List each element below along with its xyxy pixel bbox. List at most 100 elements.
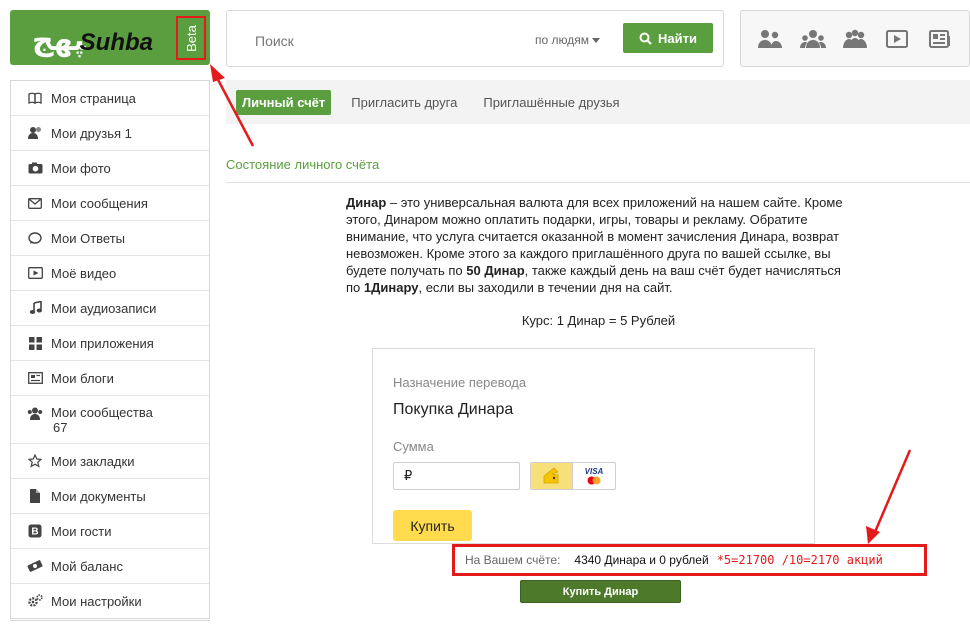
sidebar-item-my-page[interactable]: Моя страница <box>11 81 209 116</box>
wallet-icon <box>543 467 559 484</box>
sidebar-item-label: Мои гости <box>51 524 112 539</box>
speech-bubble-icon <box>27 221 43 255</box>
card-option[interactable]: VISA <box>573 463 615 489</box>
sidebar-item-blogs[interactable]: Мои блоги <box>11 361 209 396</box>
sidebar-item-count: 67 <box>53 420 68 435</box>
sidebar-item-label: Мои блоги <box>51 371 114 386</box>
sidebar-item-label: Мои аудиозаписи <box>51 301 157 316</box>
community-icon <box>27 396 43 430</box>
search-button-label: Найти <box>658 30 697 46</box>
sidebar-item-text: Мои сообщества <box>51 405 153 420</box>
video-icon[interactable] <box>884 26 910 52</box>
search-input[interactable]: Поиск <box>255 33 294 49</box>
search-button[interactable]: Найти <box>623 23 713 53</box>
sidebar-item-guests[interactable]: B Мои гости <box>11 514 209 549</box>
sum-label: Сумма <box>393 439 434 454</box>
search-filter-dropdown[interactable]: по людям <box>535 33 600 47</box>
sidebar-item-label: Моя страница <box>51 91 136 106</box>
sidebar-item-label: Моё видео <box>51 266 117 281</box>
yandex-wallet-option[interactable] <box>531 463 573 489</box>
visa-logo: VISA <box>584 467 604 476</box>
sidebar-item-bookmarks[interactable]: Мои закладки <box>11 444 209 479</box>
sidebar-item-audio[interactable]: Мои аудиозаписи <box>11 291 209 326</box>
daily-bonus: 1Динару <box>363 280 419 295</box>
sidebar-item-apps[interactable]: Мои приложения <box>11 326 209 361</box>
sum-input[interactable]: ₽ <box>393 462 520 490</box>
video-icon <box>27 256 43 290</box>
buy-button[interactable]: Купить <box>393 510 472 541</box>
document-icon <box>27 479 43 513</box>
envelope-icon <box>27 186 43 220</box>
music-note-icon <box>27 291 43 325</box>
sidebar-item-balance[interactable]: Мой баланс <box>11 549 209 584</box>
sidebar-item-label: Мои сообщения <box>51 196 148 211</box>
logo-script-text: ﭙﻬﺞ <box>32 23 88 58</box>
logo-latin-text: Suhba <box>79 29 154 56</box>
dinar-description: Динар – это универсальная валюта для все… <box>346 194 856 296</box>
money-icon <box>27 549 43 583</box>
invite-bonus: 50 Динар <box>466 263 525 278</box>
sidebar-item-label: Мои закладки <box>51 454 135 469</box>
sidebar-item-photos[interactable]: Мои фото <box>11 151 209 186</box>
tab-invited-friends[interactable]: Приглашённые друзья <box>477 90 625 115</box>
communities-icon[interactable] <box>842 26 868 52</box>
sidebar-item-settings[interactable]: Мои настройки <box>11 584 209 618</box>
news-icon[interactable] <box>927 26 953 52</box>
camera-icon <box>27 151 43 185</box>
search-icon <box>639 32 652 45</box>
svg-text:B: B <box>31 527 38 538</box>
sidebar-item-answers[interactable]: Мои Ответы <box>11 221 209 256</box>
sidebar-item-communities[interactable]: Мои сообщества 67 <box>11 396 209 444</box>
buy-dinar-button[interactable]: Купить Динар <box>520 580 681 603</box>
mastercard-icon <box>587 476 601 485</box>
balance-annotation: *5=21700 /10=2170 акций <box>716 553 883 567</box>
sidebar-item-documents[interactable]: Мои документы <box>11 479 209 514</box>
apps-grid-icon <box>27 326 43 360</box>
sidebar-item-label: Мои приложения <box>51 336 154 351</box>
search-filter-label: по людям <box>535 33 589 47</box>
balance-value: 4340 Динара и 0 рублей <box>574 553 709 567</box>
friends-icon <box>27 116 43 150</box>
star-icon <box>27 444 43 478</box>
people-icon[interactable] <box>757 26 783 52</box>
dinar-term: Динар <box>346 195 387 210</box>
beta-badge-highlight: Beta <box>176 16 206 60</box>
settings-icon <box>27 584 43 618</box>
guests-icon: B <box>27 514 43 548</box>
tab-invite-friend[interactable]: Пригласить друга <box>345 90 463 115</box>
account-tabs: Личный счёт Пригласить друга Приглашённы… <box>226 80 970 124</box>
top-nav-icons <box>740 10 970 67</box>
book-icon <box>27 81 43 115</box>
sidebar-item-label: Мои друзья 1 <box>51 126 132 141</box>
sidebar-item-label: Мои фото <box>51 161 111 176</box>
friends-icon[interactable] <box>799 26 826 52</box>
chevron-down-icon <box>592 38 600 44</box>
description-text-3: , если вы заходили в течении дня на сайт… <box>418 280 673 295</box>
search-bar: Поиск по людям Найти <box>226 10 724 67</box>
balance-label: На Вашем счёте: <box>465 553 561 567</box>
payment-form: Назначение перевода Покупка Динара Сумма… <box>372 348 815 544</box>
sidebar-item-friends[interactable]: Мои друзья 1 <box>11 116 209 151</box>
sidebar: Моя страница Мои друзья 1 Мои фото Мои с… <box>10 80 210 619</box>
section-title: Состояние личного счёта <box>226 157 380 172</box>
balance-highlight: На Вашем счёте: 4340 Динара и 0 рублей *… <box>452 544 927 576</box>
purpose-label: Назначение перевода <box>393 375 527 390</box>
sidebar-item-label: Мои документы <box>51 489 146 504</box>
sidebar-item-messages[interactable]: Мои сообщения <box>11 186 209 221</box>
purpose-value: Покупка Динара <box>393 401 514 418</box>
arrow-to-balance-icon <box>866 449 912 544</box>
section-divider <box>226 182 970 183</box>
logo-mark: ﭙﻬﺞ Suhba <box>32 18 153 58</box>
tab-personal-account[interactable]: Личный счёт <box>236 89 332 115</box>
sidebar-item-label: Мои Ответы <box>51 231 126 246</box>
sidebar-item-label: Мои сообщества 67 <box>51 396 153 443</box>
site-logo[interactable]: ﭙﻬﺞ Suhba Beta <box>10 10 210 65</box>
exchange-rate: Курс: 1 Динар = 5 Рублей <box>521 313 676 328</box>
sidebar-item-video[interactable]: Моё видео <box>11 256 209 291</box>
sidebar-item-label: Мой баланс <box>51 559 123 574</box>
sidebar-next-block <box>10 620 210 625</box>
sidebar-item-label: Мои настройки <box>51 594 142 609</box>
blog-icon <box>27 361 43 395</box>
payment-method-selector: VISA <box>530 462 616 490</box>
beta-badge: Beta <box>183 24 199 52</box>
